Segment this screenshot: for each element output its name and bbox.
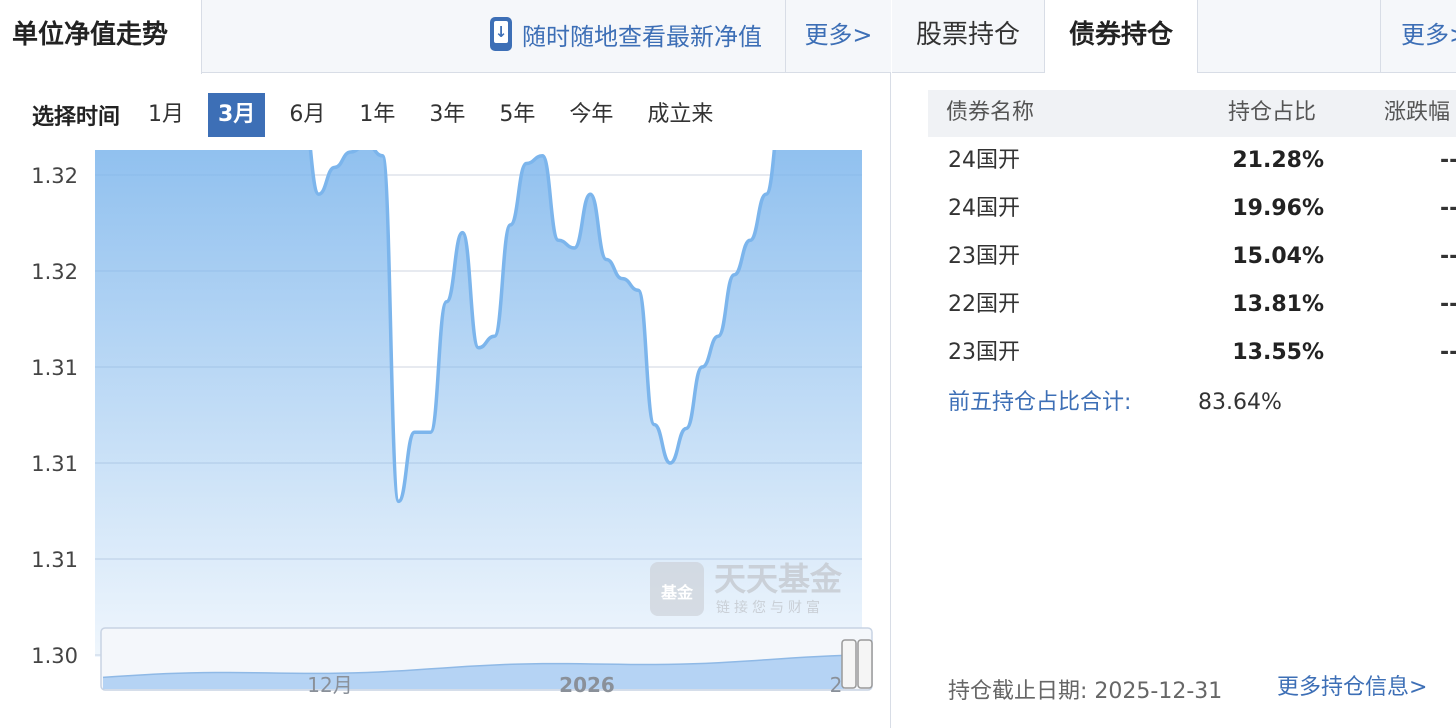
bond-name[interactable]: 24国开 <box>948 138 1020 184</box>
range-3y[interactable]: 3年 <box>419 93 475 137</box>
mobile-nav-link-label: 随时随地查看最新净值 <box>522 22 762 51</box>
table-row: 22国开 13.81% -- <box>928 282 1456 330</box>
column-change: 涨跌幅 <box>1384 100 1451 125</box>
range-ytd[interactable]: 今年 <box>559 93 623 137</box>
table-row: 23国开 15.04% -- <box>928 234 1456 282</box>
range-3m[interactable]: 3月 <box>208 93 266 137</box>
y-tick-label: 1.30 <box>31 644 78 668</box>
top5-summary: 前五持仓占比合计: 83.64% <box>948 380 1282 426</box>
table-row: 24国开 19.96% -- <box>928 186 1456 234</box>
tab-stock-holdings[interactable]: 股票持仓 <box>892 0 1044 73</box>
top5-summary-value: 83.64% <box>1198 390 1282 415</box>
tab-bond-holdings[interactable]: 债券持仓 <box>1044 0 1198 73</box>
nav-chart[interactable]: 1.32 1.32 1.31 1.31 1.31 1.30 基金 天天基金链接您与财富 12月 2… <box>0 150 890 728</box>
nav-trend-panel: 单位净值走势 随时随地查看最新净值 更多> 选择时间 1月 3月 6月 1年 3… <box>0 0 891 728</box>
column-bond-name: 债券名称 <box>946 100 1035 125</box>
range-5y[interactable]: 5年 <box>489 93 545 137</box>
table-row: 24国开 21.28% -- <box>928 138 1456 186</box>
holding-ratio: 15.04% <box>1232 244 1324 269</box>
phone-download-icon <box>490 17 512 51</box>
y-tick-label: 1.32 <box>31 164 78 188</box>
mobile-nav-link[interactable]: 随时随地查看最新净值 <box>490 14 762 54</box>
time-range-selector: 选择时间 1月 3月 6月 1年 3年 5年 今年 成立来 <box>0 93 737 137</box>
tab-bar-spacer <box>1198 0 1380 73</box>
holdings-more-link[interactable]: 更多> <box>1380 0 1456 73</box>
fund-widget: 单位净值走势 随时随地查看最新净值 更多> 选择时间 1月 3月 6月 1年 3… <box>0 0 1456 728</box>
bond-name[interactable]: 24国开 <box>948 186 1020 232</box>
y-tick-label: 1.31 <box>31 356 78 380</box>
y-tick-label: 1.31 <box>31 548 78 572</box>
column-holding-ratio: 持仓占比 <box>1228 100 1317 125</box>
price-change: -- <box>1440 292 1456 317</box>
holdings-panel: 股票持仓 债券持仓 更多> 债券名称 持仓占比 涨跌幅 24国开 21.28% … <box>892 0 1456 728</box>
range-1y[interactable]: 1年 <box>349 93 405 137</box>
navigator-label: 2026 <box>559 673 615 697</box>
time-range-label: 选择时间 <box>32 105 121 130</box>
y-tick-label: 1.31 <box>31 452 78 476</box>
panel-title: 单位净值走势 <box>0 0 202 74</box>
navigator-label: 12月 <box>307 673 352 697</box>
navigator-handle-right[interactable] <box>857 639 873 689</box>
holdings-table-header: 债券名称 持仓占比 涨跌幅 <box>928 90 1456 137</box>
watermark-brand: 天天基金 <box>714 560 843 598</box>
bond-name[interactable]: 23国开 <box>948 234 1020 280</box>
nav-trend-header: 单位净值走势 随时随地查看最新净值 更多> <box>0 0 891 74</box>
watermark-logo-text: 基金 <box>660 583 694 602</box>
bond-name[interactable]: 23国开 <box>948 330 1020 376</box>
holding-ratio: 19.96% <box>1232 196 1324 221</box>
y-tick-label: 1.32 <box>31 260 78 284</box>
price-change: -- <box>1440 244 1456 269</box>
navigator-handle-left[interactable] <box>841 639 857 689</box>
holdings-as-of-date: 持仓截止日期: 2025-12-31 <box>948 679 1223 704</box>
table-row: 23国开 13.55% -- <box>928 330 1456 378</box>
price-change: -- <box>1440 340 1456 365</box>
price-change: -- <box>1440 148 1456 173</box>
holdings-table: 24国开 21.28% -- 24国开 19.96% -- 23国开 15.04… <box>928 138 1456 378</box>
holding-ratio: 21.28% <box>1232 148 1324 173</box>
watermark-slogan: 链接您与财富 <box>716 599 824 616</box>
bond-name[interactable]: 22国开 <box>948 282 1020 328</box>
range-since-inception[interactable]: 成立来 <box>637 93 723 137</box>
more-holdings-link[interactable]: 更多持仓信息> <box>1277 666 1427 710</box>
range-1m[interactable]: 1月 <box>138 93 194 137</box>
more-link[interactable]: 更多> <box>785 0 891 73</box>
navigator-label: 2 <box>830 673 843 697</box>
range-6m[interactable]: 6月 <box>279 93 335 137</box>
holding-ratio: 13.55% <box>1232 340 1324 365</box>
holding-ratio: 13.81% <box>1232 292 1324 317</box>
price-change: -- <box>1440 196 1456 221</box>
top5-summary-label: 前五持仓占比合计: <box>948 390 1132 415</box>
